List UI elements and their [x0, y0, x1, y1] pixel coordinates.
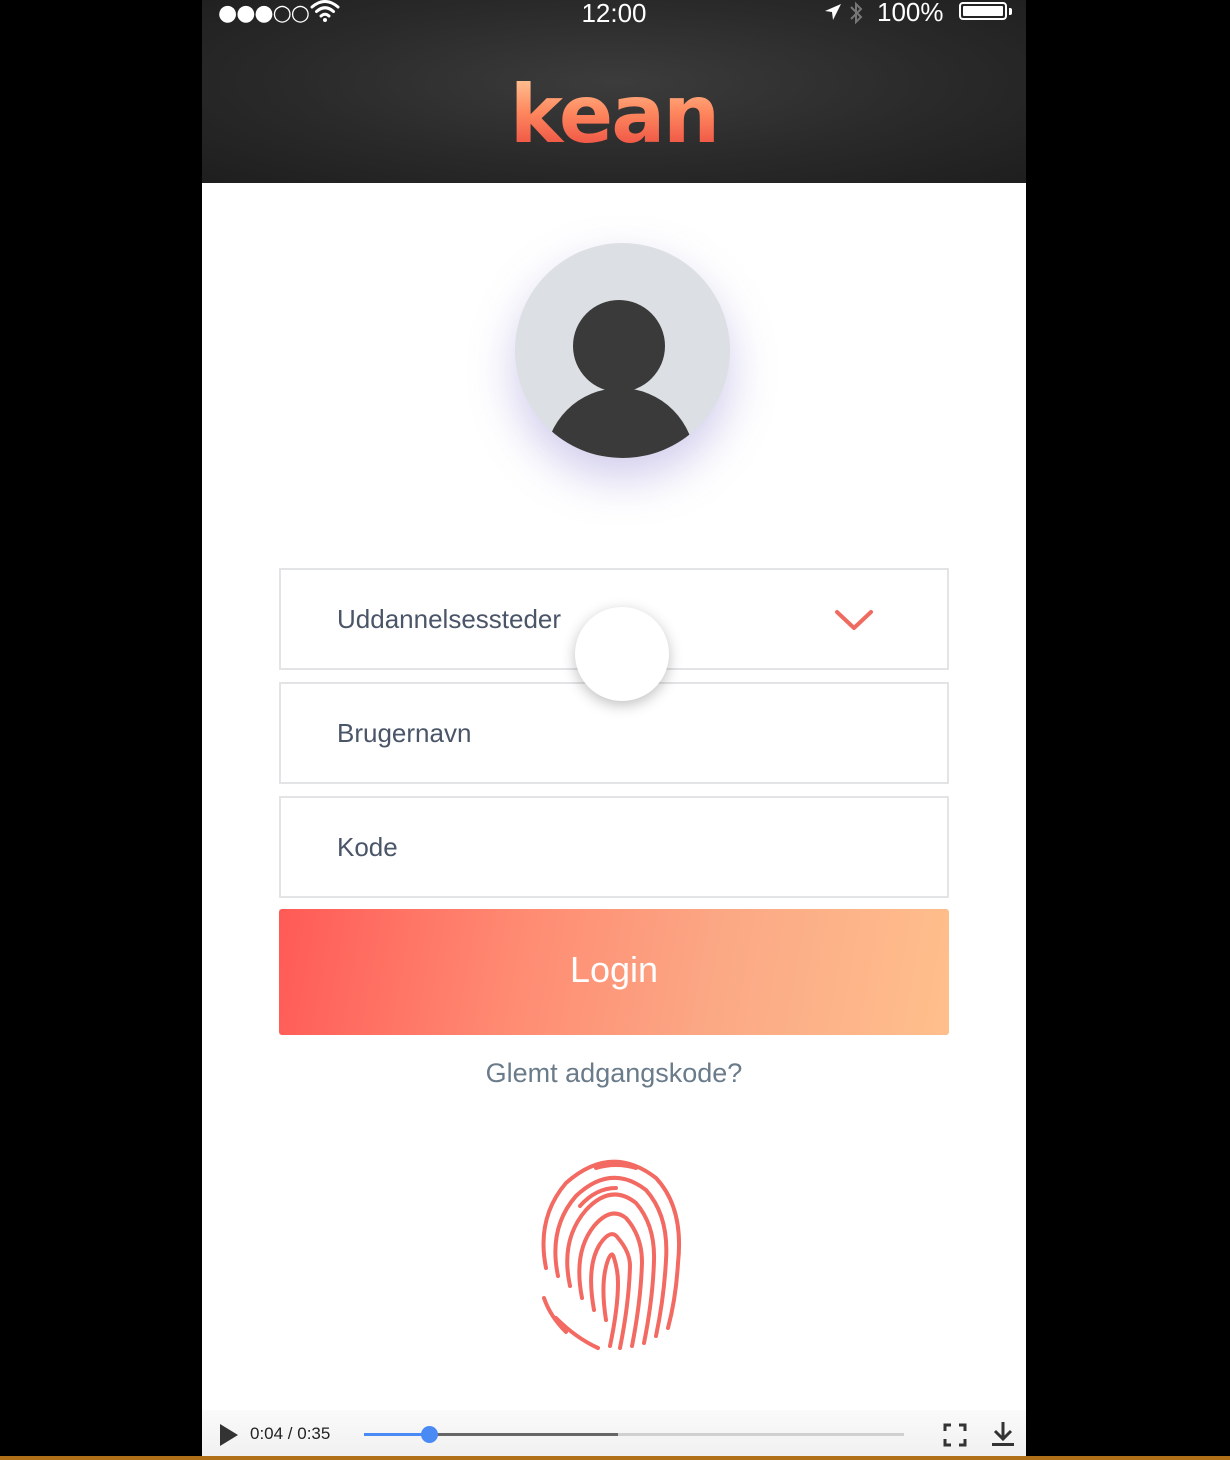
institution-select-label: Uddannelsessteder — [337, 604, 562, 634]
app-logo: kean — [202, 70, 1026, 160]
forgot-password-link[interactable]: Glemt adgangskode? — [202, 1058, 1026, 1089]
video-time: 0:04 / 0:35 — [250, 1424, 331, 1443]
fingerprint-icon[interactable] — [536, 1148, 686, 1358]
password-placeholder: Kode — [337, 832, 398, 862]
phone-screen: ●●●○○ 12:00 100% kean Uddannelsessteder … — [202, 0, 1026, 1460]
avatar-body — [545, 388, 695, 458]
touch-indicator — [575, 607, 669, 701]
download-icon[interactable] — [990, 1420, 1016, 1453]
video-scrubber-handle[interactable] — [420, 1426, 438, 1443]
play-icon[interactable] — [220, 1424, 238, 1446]
username-placeholder: Brugernavn — [337, 718, 472, 748]
password-field[interactable]: Kode — [279, 796, 949, 898]
location-icon — [823, 2, 843, 27]
avatar-icon — [515, 243, 730, 458]
battery-icon — [959, 2, 1007, 20]
video-played — [364, 1433, 429, 1436]
video-controls: 0:04 / 0:35 — [202, 1410, 1026, 1460]
bottom-edge-strip — [0, 1456, 1230, 1460]
app-header: ●●●○○ 12:00 100% kean — [202, 0, 1026, 183]
bluetooth-icon — [848, 0, 864, 31]
battery-percentage: 100% — [877, 0, 944, 27]
battery-tip — [1009, 8, 1012, 15]
login-button[interactable]: Login — [279, 909, 949, 1035]
status-bar: ●●●○○ 12:00 100% — [202, 0, 1026, 30]
video-progress-bar[interactable] — [364, 1426, 904, 1443]
fullscreen-icon[interactable] — [943, 1423, 967, 1452]
avatar-head — [573, 300, 665, 392]
chevron-down-icon — [834, 608, 874, 639]
